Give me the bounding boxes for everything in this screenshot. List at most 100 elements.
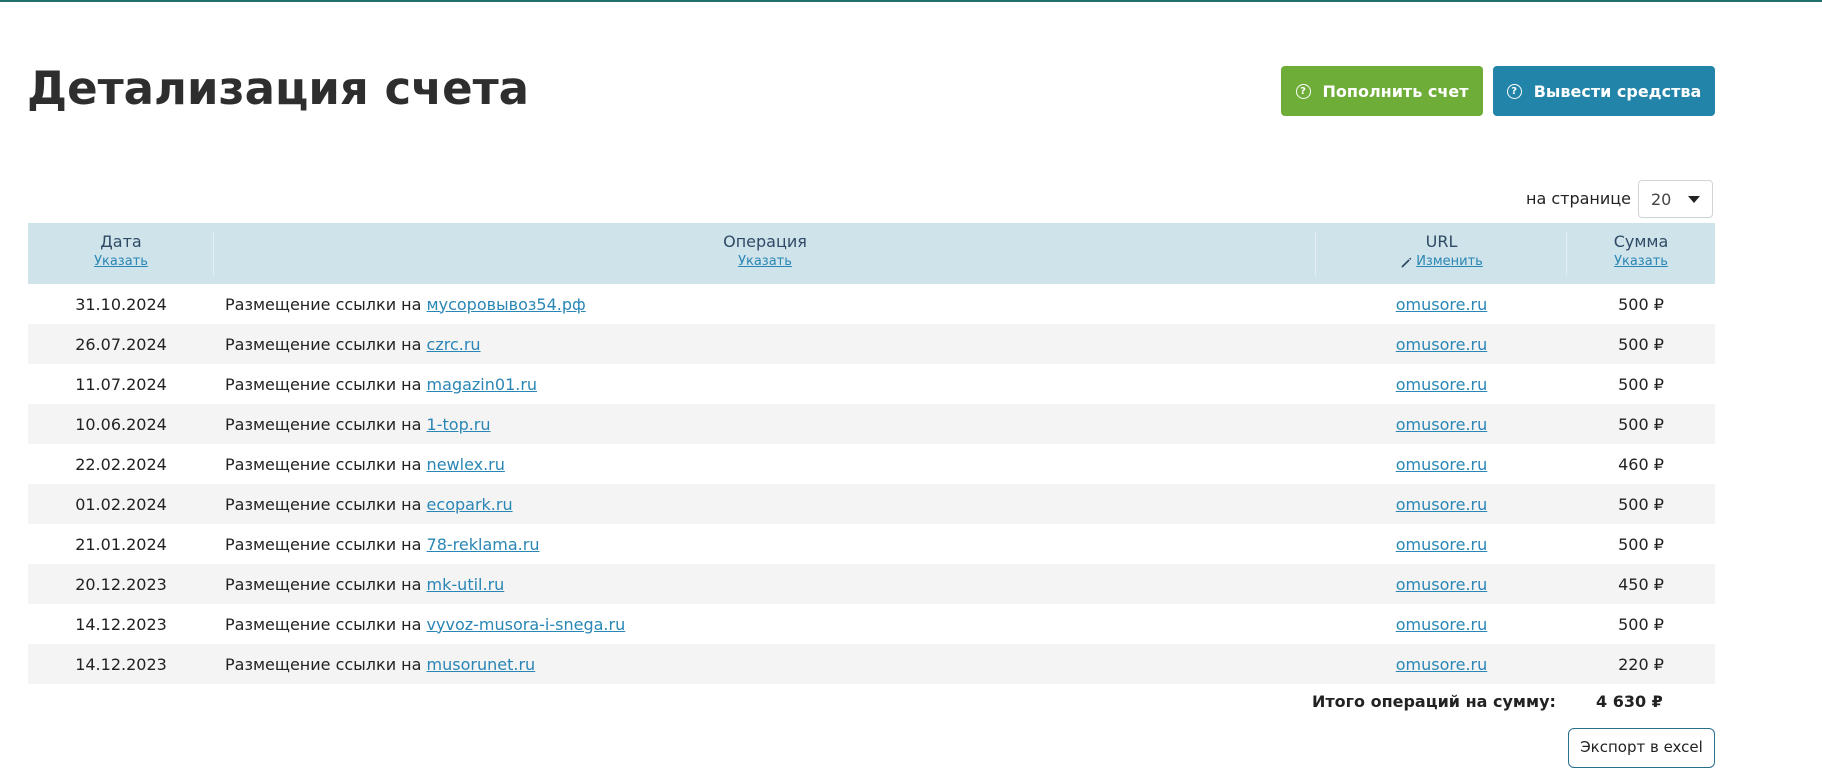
- date-filter-link[interactable]: Указать: [94, 253, 148, 271]
- row-date: 21.01.2024: [75, 534, 167, 554]
- table-row: 31.10.2024 Размещение ссылки на мусоровы…: [28, 284, 1715, 324]
- operation-text: Размещение ссылки на: [225, 534, 422, 554]
- row-date: 10.06.2024: [75, 414, 167, 434]
- row-date: 01.02.2024: [75, 494, 167, 514]
- column-header-date: Дата Указать: [28, 223, 214, 284]
- column-header-operation: Операция Указать: [214, 223, 1316, 284]
- row-date: 22.02.2024: [75, 454, 167, 474]
- url-link[interactable]: omusore.ru: [1396, 615, 1488, 634]
- operation-site-link[interactable]: czrc.ru: [427, 335, 481, 354]
- withdraw-button-label: Вывести средства: [1533, 81, 1702, 101]
- table-row: 20.12.2023 Размещение ссылки на mk-util.…: [28, 564, 1715, 604]
- operation-site-link[interactable]: magazin01.ru: [427, 375, 538, 394]
- pencil-icon: [1401, 257, 1412, 267]
- row-url: omusore.ru: [1316, 455, 1567, 474]
- operation-text: Размещение ссылки на: [225, 414, 422, 434]
- operation-site-link[interactable]: мусоровывоз54.рф: [427, 295, 586, 314]
- sum-filter-link[interactable]: Указать: [1614, 253, 1668, 271]
- column-header-sum: Сумма Указать: [1567, 223, 1715, 284]
- row-operation: Размещение ссылки на 1-top.ru: [214, 415, 1316, 434]
- row-operation: Размещение ссылки на ecopark.ru: [214, 495, 1316, 514]
- row-date: 20.12.2023: [75, 574, 167, 594]
- column-title-url: URL: [1425, 232, 1458, 251]
- column-title-sum: Сумма: [1613, 232, 1669, 251]
- question-circle-icon: ?: [1295, 83, 1311, 99]
- operation-text: Размещение ссылки на: [225, 454, 422, 474]
- withdraw-button[interactable]: ? Вывести средства: [1493, 66, 1715, 116]
- url-change-link[interactable]: Изменить: [1400, 253, 1483, 271]
- table-header: Дата Указать Операция Указать URL Измени…: [28, 223, 1715, 284]
- url-link[interactable]: omusore.ru: [1396, 575, 1488, 594]
- url-link[interactable]: omusore.ru: [1396, 335, 1488, 354]
- operation-text: Размещение ссылки на: [225, 334, 422, 354]
- topup-button-label: Пополнить счет: [1322, 81, 1469, 101]
- row-date: 14.12.2023: [75, 654, 167, 674]
- row-url: omusore.ru: [1316, 655, 1567, 674]
- operation-site-link[interactable]: 1-top.ru: [427, 415, 491, 434]
- operation-site-link[interactable]: ecopark.ru: [427, 495, 513, 514]
- row-sum: 500 ₽: [1618, 534, 1664, 554]
- url-link[interactable]: omusore.ru: [1396, 495, 1488, 514]
- row-operation: Размещение ссылки на musorunet.ru: [214, 655, 1316, 674]
- row-operation: Размещение ссылки на мусоровывоз54.рф: [214, 295, 1316, 314]
- table-row: 01.02.2024 Размещение ссылки на ecopark.…: [28, 484, 1715, 524]
- url-link[interactable]: omusore.ru: [1396, 455, 1488, 474]
- operation-site-link[interactable]: newlex.ru: [427, 455, 505, 474]
- per-page-select[interactable]: 20: [1638, 180, 1713, 218]
- url-link[interactable]: omusore.ru: [1396, 655, 1488, 674]
- row-url: omusore.ru: [1316, 375, 1567, 394]
- row-sum: 220 ₽: [1618, 654, 1664, 674]
- row-sum: 500 ₽: [1618, 494, 1664, 514]
- url-link[interactable]: omusore.ru: [1396, 535, 1488, 554]
- operation-filter-link[interactable]: Указать: [738, 253, 792, 271]
- column-header-url: URL Изменить: [1316, 223, 1567, 284]
- table-row: 22.02.2024 Размещение ссылки на newlex.r…: [28, 444, 1715, 484]
- table-row: 14.12.2023 Размещение ссылки на vyvoz-mu…: [28, 604, 1715, 644]
- row-sum: 500 ₽: [1618, 414, 1664, 434]
- operation-site-link[interactable]: musorunet.ru: [427, 655, 536, 674]
- operation-text: Размещение ссылки на: [225, 614, 422, 634]
- total-label: Итого операций на сумму:: [1312, 692, 1556, 711]
- question-circle-icon: ?: [1506, 83, 1522, 99]
- top-accent-bar: [0, 0, 1822, 2]
- topup-button[interactable]: ? Пополнить счет: [1281, 66, 1483, 116]
- row-sum: 500 ₽: [1618, 294, 1664, 314]
- row-operation: Размещение ссылки на magazin01.ru: [214, 375, 1316, 394]
- row-sum: 460 ₽: [1618, 454, 1664, 474]
- row-url: omusore.ru: [1316, 335, 1567, 354]
- transactions-table: Дата Указать Операция Указать URL Измени…: [28, 223, 1715, 684]
- caret-down-icon: [1688, 196, 1700, 203]
- total-value: 4 630 ₽: [1596, 692, 1663, 711]
- row-operation: Размещение ссылки на 78-reklama.ru: [214, 535, 1316, 554]
- page-title: Детализация счета: [27, 62, 530, 115]
- row-url: omusore.ru: [1316, 575, 1567, 594]
- url-link[interactable]: omusore.ru: [1396, 415, 1488, 434]
- operation-site-link[interactable]: 78-reklama.ru: [427, 535, 540, 554]
- operation-site-link[interactable]: vyvoz-musora-i-snega.ru: [427, 615, 626, 634]
- per-page-value: 20: [1651, 189, 1672, 209]
- row-url: omusore.ru: [1316, 415, 1567, 434]
- operation-site-link[interactable]: mk-util.ru: [427, 575, 505, 594]
- export-excel-button[interactable]: Экспорт в excel: [1568, 728, 1715, 768]
- operation-text: Размещение ссылки на: [225, 294, 422, 314]
- row-sum: 500 ₽: [1618, 614, 1664, 634]
- url-link[interactable]: omusore.ru: [1396, 375, 1488, 394]
- url-link[interactable]: omusore.ru: [1396, 295, 1488, 314]
- row-date: 14.12.2023: [75, 614, 167, 634]
- row-operation: Размещение ссылки на czrc.ru: [214, 335, 1316, 354]
- operation-text: Размещение ссылки на: [225, 374, 422, 394]
- row-operation: Размещение ссылки на mk-util.ru: [214, 575, 1316, 594]
- row-sum: 450 ₽: [1618, 574, 1664, 594]
- operation-text: Размещение ссылки на: [225, 654, 422, 674]
- row-url: omusore.ru: [1316, 615, 1567, 634]
- row-operation: Размещение ссылки на vyvoz-musora-i-sneg…: [214, 615, 1316, 634]
- row-date: 31.10.2024: [75, 294, 167, 314]
- column-title-operation: Операция: [723, 232, 807, 251]
- operation-text: Размещение ссылки на: [225, 574, 422, 594]
- row-url: omusore.ru: [1316, 295, 1567, 314]
- table-row: 11.07.2024 Размещение ссылки на magazin0…: [28, 364, 1715, 404]
- table-row: 26.07.2024 Размещение ссылки на czrc.ru …: [28, 324, 1715, 364]
- row-url: omusore.ru: [1316, 495, 1567, 514]
- row-url: omusore.ru: [1316, 535, 1567, 554]
- row-date: 26.07.2024: [75, 334, 167, 354]
